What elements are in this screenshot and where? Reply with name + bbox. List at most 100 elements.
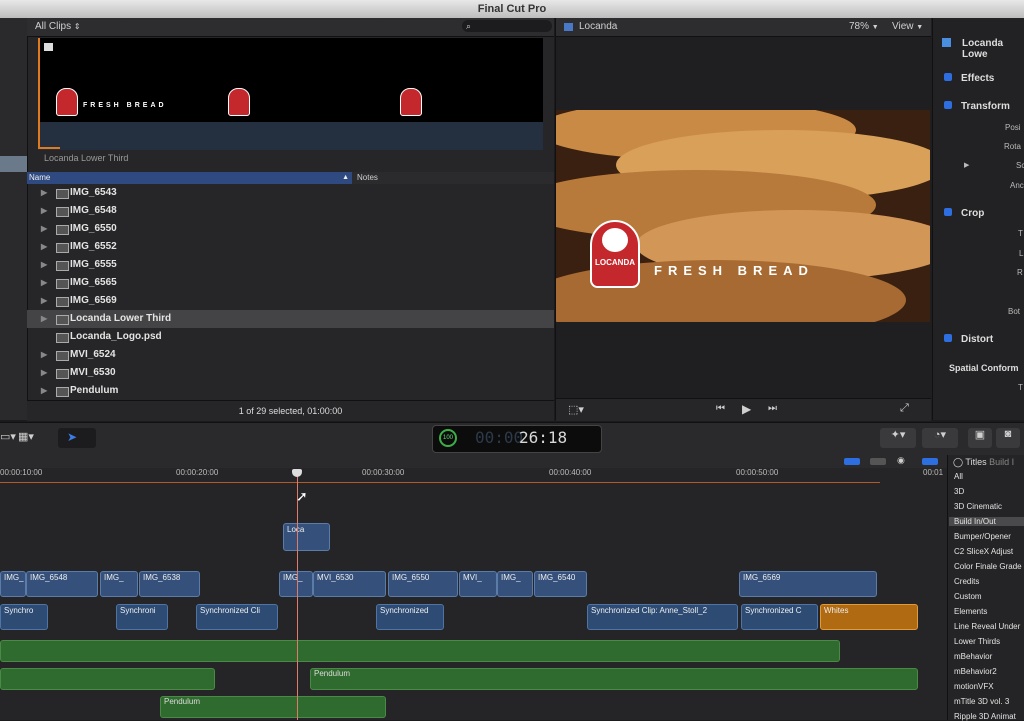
list-item[interactable]: ▶ IMG_6552 — [27, 238, 554, 256]
viewer-video-frame[interactable]: LOCANDA FRESH BREAD — [556, 110, 930, 322]
titles-category-item[interactable]: Build In/Out — [949, 517, 1024, 526]
titles-category-item[interactable]: Line Reveal Under — [954, 622, 1020, 631]
titles-category-item[interactable]: Elements — [954, 607, 987, 616]
checkbox-icon[interactable] — [944, 101, 952, 109]
video-clip[interactable]: IMG_ — [279, 571, 313, 597]
titles-category-item[interactable]: mBehavior2 — [954, 667, 997, 676]
video-clip[interactable]: IMG_ — [100, 571, 138, 597]
filmstrip-preview[interactable]: FRESH BREAD — [38, 38, 543, 148]
disclosure-triangle-icon[interactable]: ▶ — [964, 161, 969, 169]
clip-filter-dropdown[interactable]: All Clips ⇕ — [35, 18, 81, 36]
list-item[interactable]: ▶ IMG_6565 — [27, 274, 554, 292]
clip-appearance-icon[interactable] — [844, 458, 860, 465]
disclosure-triangle-icon[interactable]: ▶ — [41, 382, 47, 400]
titles-category-item[interactable]: All — [954, 472, 963, 481]
list-item[interactable]: ▶ MVI_6530 — [27, 364, 554, 382]
audio-skimming-icon[interactable] — [870, 458, 886, 465]
list-item[interactable]: ▶ Pendulum — [27, 382, 554, 400]
audio-clip[interactable] — [0, 668, 215, 690]
playhead[interactable] — [297, 470, 298, 720]
photos-icon[interactable]: ◙ — [996, 428, 1020, 448]
list-item[interactable]: ▶ IMG_6555 — [27, 256, 554, 274]
list-item[interactable]: ▶ IMG_6550 — [27, 220, 554, 238]
list-item[interactable]: ▶ IMG_6548 — [27, 202, 554, 220]
titles-category-item[interactable]: Lower Thirds — [954, 637, 1000, 646]
titles-category-item[interactable]: Bumper/Opener — [954, 532, 1011, 541]
disclosure-triangle-icon[interactable]: ▶ — [41, 346, 47, 364]
disclosure-triangle-icon[interactable]: ▶ — [41, 310, 47, 328]
disclosure-triangle-icon[interactable]: ▶ — [41, 274, 47, 292]
generator-clip[interactable]: Whites — [820, 604, 918, 630]
checkbox-icon[interactable] — [944, 73, 952, 81]
disclosure-triangle-icon[interactable]: ▶ — [41, 256, 47, 274]
titles-category-item[interactable]: 3D — [954, 487, 964, 496]
disclosure-triangle-icon[interactable]: ▶ — [41, 220, 47, 238]
play-icon[interactable]: ▶ — [742, 402, 751, 416]
connect-clip-icon[interactable]: ▦▾ — [18, 430, 34, 443]
audio-clip-pendulum[interactable]: Pendulum — [310, 668, 918, 690]
disclosure-triangle-icon[interactable]: ▶ — [41, 202, 47, 220]
previous-edit-icon[interactable]: ⏮ — [716, 403, 725, 414]
video-clip[interactable]: IMG_6569 — [739, 571, 877, 597]
inspector-section-distort[interactable]: Distort — [944, 334, 993, 345]
list-item[interactable]: ▶ IMG_6543 — [27, 184, 554, 202]
sync-clip[interactable]: Synchronized Clip: Anne_Stoll_2 — [587, 604, 738, 630]
disclosure-triangle-icon[interactable]: ▶ — [41, 292, 47, 310]
enhancements-icon[interactable]: ✦▾ — [880, 428, 916, 448]
sync-clip[interactable]: Synchroni — [116, 604, 168, 630]
snapping-icon[interactable] — [922, 458, 938, 465]
titles-category-item[interactable]: 3D Cinematic — [954, 502, 1002, 511]
library-sidebar-selection[interactable] — [0, 156, 27, 172]
titles-category-item[interactable]: Credits — [954, 577, 979, 586]
list-item[interactable]: Locanda_Logo.psd — [27, 328, 554, 346]
retime-icon[interactable]: ◔▾ — [922, 428, 958, 448]
video-clip[interactable]: IMG_ — [0, 571, 26, 597]
fullscreen-icon[interactable]: ⤢ — [900, 402, 909, 415]
solo-icon[interactable]: ◉ — [897, 455, 905, 466]
titles-category-item[interactable]: Custom — [954, 592, 982, 601]
sync-clip[interactable]: Synchronized C — [741, 604, 818, 630]
column-notes[interactable]: Notes — [357, 172, 378, 184]
sync-clip[interactable]: Synchro — [0, 604, 48, 630]
sync-clip[interactable]: Synchronized Cli — [196, 604, 278, 630]
display-options-icon[interactable]: ⬚▾ — [568, 403, 584, 416]
list-item[interactable]: ▶ Locanda Lower Third — [27, 310, 554, 328]
zoom-dropdown[interactable]: 78% ▼ — [849, 18, 879, 37]
titles-category-item[interactable]: Color Finale Grade — [954, 562, 1022, 571]
disclosure-triangle-icon[interactable]: ▶ — [41, 238, 47, 256]
inspector-section-transform[interactable]: Transform — [944, 101, 1010, 112]
video-clip[interactable]: IMG_ — [497, 571, 533, 597]
browser-search-field[interactable]: ⌕ — [462, 20, 552, 32]
view-menu[interactable]: View ▼ — [892, 18, 923, 37]
video-clip[interactable]: MVI_ — [459, 571, 497, 597]
inspector-section-effects[interactable]: Effects — [944, 73, 994, 84]
titles-category-item[interactable]: mTitle 3D vol. 3 — [954, 697, 1009, 706]
edit-mode-icon[interactable]: ▭▾ — [0, 430, 16, 443]
video-clip[interactable]: IMG_6548 — [26, 571, 98, 597]
titles-category-item[interactable]: mBehavior — [954, 652, 992, 661]
title-clip[interactable]: Loca — [283, 523, 330, 551]
video-clip[interactable]: IMG_6550 — [388, 571, 458, 597]
select-tool-button[interactable]: ➤ — [58, 428, 96, 448]
titles-category-item[interactable]: motionVFX — [954, 682, 994, 691]
disclosure-triangle-icon[interactable]: ▶ — [41, 184, 47, 202]
library-sidebar[interactable] — [0, 18, 28, 420]
checkbox-icon[interactable] — [944, 208, 952, 216]
list-item[interactable]: ▶ IMG_6569 — [27, 292, 554, 310]
column-name[interactable]: Name ▲ — [27, 172, 352, 184]
sync-clip[interactable]: Synchronized — [376, 604, 444, 630]
media-browser-icon[interactable]: ▣ — [968, 428, 992, 448]
video-clip[interactable]: IMG_6540 — [534, 571, 587, 597]
disclosure-triangle-icon[interactable]: ▶ — [41, 364, 47, 382]
checkbox-icon[interactable] — [944, 334, 952, 342]
next-edit-icon[interactable]: ⏭ — [768, 403, 777, 414]
video-clip[interactable]: MVI_6530 — [313, 571, 386, 597]
video-clip[interactable]: IMG_6538 — [139, 571, 200, 597]
audio-clip-main[interactable] — [0, 640, 840, 662]
titles-category-item[interactable]: C2 SliceX Adjust — [954, 547, 1013, 556]
timecode-display[interactable]: 100 00:00 26:18 — [432, 425, 602, 453]
list-item[interactable]: ▶ MVI_6524 — [27, 346, 554, 364]
audio-clip-pendulum-2[interactable]: Pendulum — [160, 696, 386, 718]
timeline-ruler[interactable]: 00:00:10:00 00:00:20:00 00:00:30:00 00:0… — [0, 468, 947, 482]
inspector-section-crop[interactable]: Crop — [944, 208, 984, 219]
